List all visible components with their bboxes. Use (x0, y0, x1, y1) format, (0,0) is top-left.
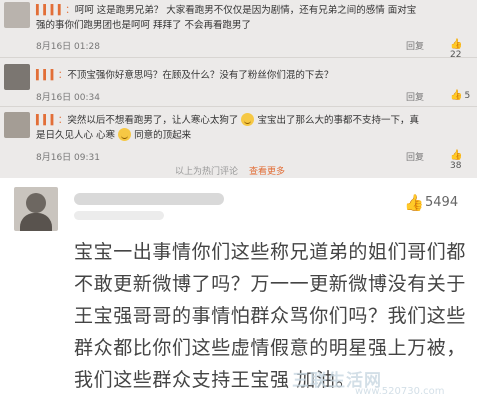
comment-text-continued: 是日久见人心 心寒 同意的顶起来 (36, 128, 192, 141)
divider (0, 57, 477, 58)
thumbs-up-icon: 👍 (450, 39, 463, 50)
comment-item: ▍▍▍：突然以后不想看跑男了，让人寒心太狗了 宝宝出了那么大的事都不支持一下，真… (0, 108, 477, 171)
avatar[interactable] (4, 2, 30, 28)
comment-username[interactable]: ▍▍▍： (36, 70, 67, 81)
thumbs-up-icon: 👍 (450, 90, 463, 101)
comment-username[interactable]: ▍▍▍▍： (36, 5, 75, 16)
like-count: 22 (450, 50, 462, 60)
like-count: 5 (464, 91, 471, 101)
featured-meta-blurred (74, 211, 164, 220)
comment-list-screenshot: ▍▍▍▍：呵呵 这是跑男兄弟？ 大家看跑男不仅仅是因为剧情，还有兄弟之间的感情 … (0, 0, 477, 178)
comment-meta: 8月16日 09:31 回复 👍38 (36, 150, 472, 171)
comment-item: ▍▍▍▍：呵呵 这是跑男兄弟？ 大家看跑男不仅仅是因为剧情，还有兄弟之间的感情 … (0, 0, 477, 60)
avatar[interactable] (4, 64, 30, 90)
see-more-link[interactable]: 查看更多 (249, 166, 285, 178)
thumbs-up-icon: 👍 (450, 150, 463, 161)
comment-text: ▍▍▍：突然以后不想看跑男了，让人寒心太狗了 宝宝出了那么大的事都不支持一下，真 (36, 113, 420, 126)
featured-like-count: 5494 (425, 195, 459, 210)
comment-time: 8月16日 01:28 (36, 42, 100, 52)
comment-text: ▍▍▍：不顶宝强你好意思吗？在顾及什么？没有了粉丝你们混的下去？ (36, 70, 334, 81)
smile-emoji-icon (118, 128, 132, 141)
comment-time: 8月16日 00:34 (36, 93, 100, 103)
hot-comments-label: 以上为热门评论 (175, 167, 239, 177)
comment-item: ▍▍▍：不顶宝强你好意思吗？在顾及什么？没有了粉丝你们混的下去？ 8月16日 0… (0, 60, 477, 103)
comment-meta: 8月16日 00:34 回复 👍 5 (36, 90, 472, 104)
avatar[interactable] (4, 112, 30, 138)
reply-button[interactable]: 回复 (406, 90, 424, 103)
like-button[interactable]: 👍 5 (450, 90, 470, 101)
smile-emoji-icon (241, 113, 255, 126)
hot-comments-footer: 以上为热门评论 查看更多 (0, 166, 477, 178)
comment-text: ▍▍▍▍：呵呵 这是跑男兄弟？ 大家看跑男不仅仅是因为剧情，还有兄弟之间的感情 … (36, 5, 417, 16)
reply-button[interactable]: 回复 (406, 150, 424, 163)
comment-text-continued: 强的事你们跑男团也是呵呵 拜拜了 不会再看跑男了 (36, 20, 252, 31)
featured-avatar[interactable] (14, 187, 58, 231)
watermark-url: www.520730.com (355, 386, 445, 397)
featured-username-blurred (74, 193, 224, 205)
reply-button[interactable]: 回复 (406, 39, 424, 52)
comment-time: 8月16日 09:31 (36, 153, 100, 163)
site-watermark: 三联生活网 www.520730.com (292, 366, 477, 400)
comment-username[interactable]: ▍▍▍： (36, 115, 67, 126)
divider (0, 106, 477, 107)
thumbs-up-icon[interactable]: 👍 (404, 193, 424, 212)
comment-meta: 8月16日 01:28 回复 👍22 (36, 39, 472, 60)
